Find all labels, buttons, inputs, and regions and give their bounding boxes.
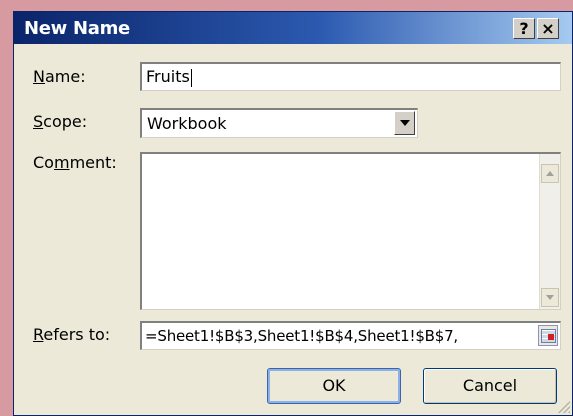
scope-selected-value: Workbook: [147, 114, 227, 133]
name-input-value: Fruits: [146, 67, 190, 86]
ok-button[interactable]: OK: [267, 368, 401, 404]
title-bar[interactable]: New Name ? ×: [14, 12, 572, 44]
cancel-button[interactable]: Cancel: [423, 368, 557, 404]
refers-to-label: Refers to:: [33, 325, 111, 344]
refers-to-input[interactable]: =Sheet1!$B$3,Sheet1!$B$4,Sheet1!$B$7,: [140, 321, 561, 350]
close-icon: ×: [541, 19, 555, 38]
close-button[interactable]: ×: [537, 18, 559, 39]
text-caret: [190, 68, 192, 87]
scope-label: Scope:: [33, 112, 88, 131]
dialog-title: New Name: [24, 18, 130, 39]
comment-label: Comment:: [33, 153, 117, 172]
scroll-down-arrow-icon[interactable]: [541, 288, 559, 307]
name-label: Name:: [33, 67, 86, 86]
new-name-dialog: New Name ? × Name: Fruits Scope: Workboo…: [13, 11, 573, 416]
help-icon: ?: [519, 19, 529, 38]
scope-select[interactable]: Workbook: [140, 108, 418, 138]
name-input[interactable]: Fruits: [140, 62, 561, 91]
comment-textarea[interactable]: [140, 152, 561, 310]
scroll-up-arrow-icon[interactable]: [541, 164, 559, 183]
comment-scrollbar[interactable]: [539, 154, 560, 309]
chevron-down-icon[interactable]: [394, 111, 415, 135]
refers-to-value: =Sheet1!$B$3,Sheet1!$B$4,Sheet1!$B$7,: [145, 327, 459, 345]
range-select-icon[interactable]: [538, 325, 558, 346]
resize-grip[interactable]: [558, 401, 570, 413]
help-button[interactable]: ?: [513, 18, 535, 39]
